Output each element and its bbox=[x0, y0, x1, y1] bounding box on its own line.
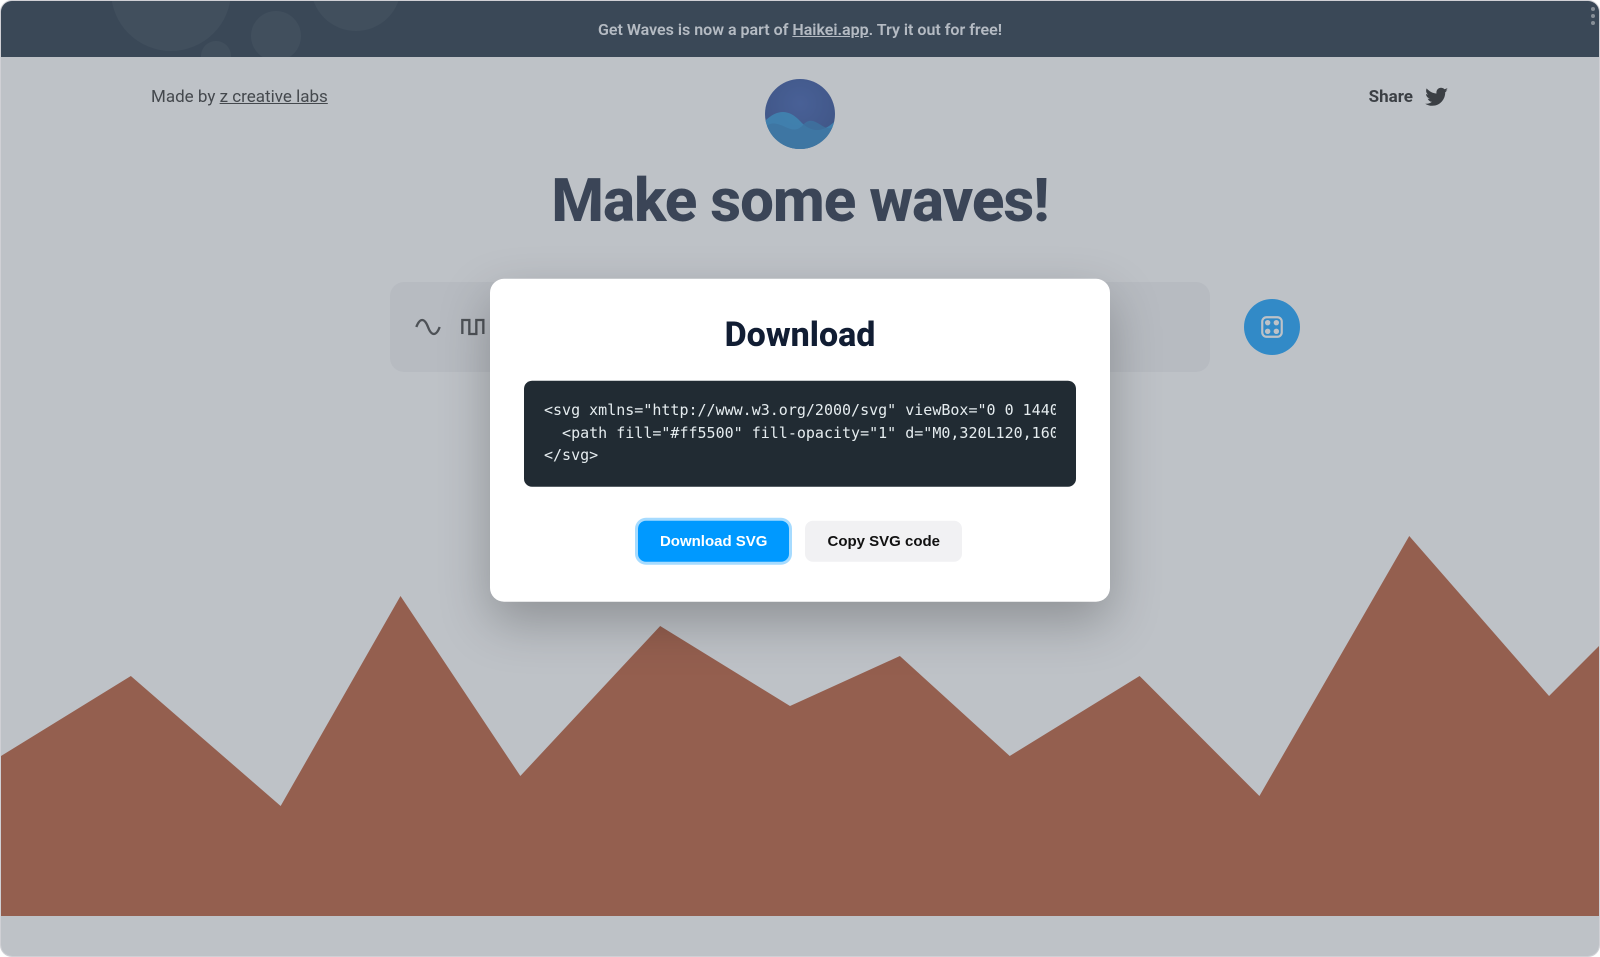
copy-svg-button[interactable]: Copy SVG code bbox=[805, 521, 962, 562]
modal-title: Download bbox=[524, 315, 1076, 355]
svg-code-box: <svg xmlns="http://www.w3.org/2000/svg" … bbox=[524, 381, 1076, 487]
app-frame: Get Waves is now a part of Haikei.app. T… bbox=[0, 0, 1600, 957]
svg-code[interactable]: <svg xmlns="http://www.w3.org/2000/svg" … bbox=[544, 399, 1056, 477]
download-svg-button[interactable]: Download SVG bbox=[638, 521, 790, 562]
modal-actions: Download SVG Copy SVG code bbox=[524, 521, 1076, 562]
download-modal: Download <svg xmlns="http://www.w3.org/2… bbox=[490, 279, 1110, 602]
